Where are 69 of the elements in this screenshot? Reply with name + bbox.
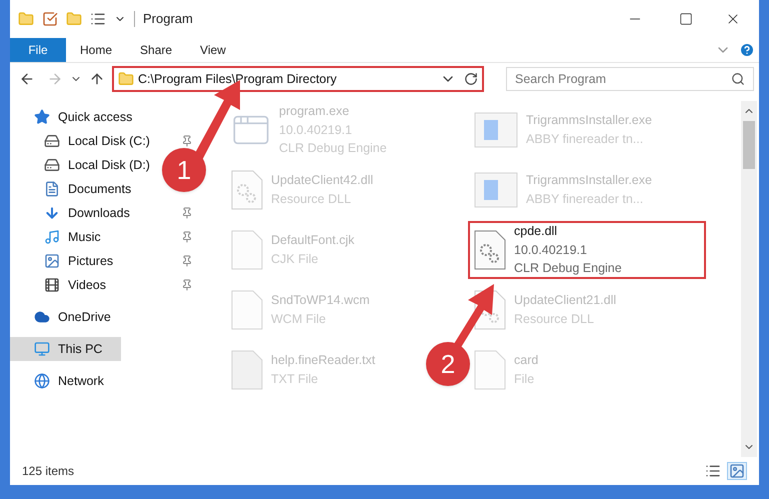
- back-icon[interactable]: [19, 71, 35, 87]
- download-icon: [44, 205, 60, 221]
- film-icon: [44, 277, 60, 293]
- sidebar-label: OneDrive: [58, 308, 111, 326]
- maximize-icon[interactable]: [679, 12, 693, 26]
- large-icons-view-button[interactable]: [727, 462, 747, 480]
- sidebar-item[interactable]: Downloads: [40, 201, 134, 225]
- sidebar-label: Local Disk (D:): [68, 156, 150, 174]
- globe-icon: [34, 373, 50, 389]
- details-view-icon: [705, 463, 721, 479]
- file-icon: [231, 230, 263, 270]
- sidebar-label: Local Disk (C:): [68, 132, 150, 150]
- sidebar-label: Downloads: [68, 204, 130, 222]
- installer-icon: [474, 112, 518, 148]
- sidebar-label: Pictures: [68, 252, 114, 270]
- ribbon-tab[interactable]: Home: [66, 38, 126, 62]
- view-list-icon[interactable]: [90, 11, 106, 27]
- folder-icon: [118, 71, 134, 87]
- sidebar-label: Network: [58, 372, 104, 390]
- sidebar-label: Videos: [68, 276, 106, 294]
- monitor-icon: [34, 341, 50, 357]
- sidebar-label: Music: [68, 228, 101, 246]
- ribbon-tab[interactable]: Share: [126, 38, 186, 62]
- sidebar-item[interactable]: This PC: [10, 337, 120, 361]
- large-icons-view-icon: [729, 463, 745, 479]
- up-icon[interactable]: [89, 71, 105, 87]
- cloud-icon: [34, 309, 50, 325]
- window-title: Program: [143, 10, 194, 28]
- file-icon: [231, 290, 263, 330]
- search-field[interactable]: Search Program: [506, 67, 754, 91]
- music-note-icon: [44, 229, 60, 245]
- file-icon: [474, 350, 506, 390]
- refresh-icon[interactable]: [464, 72, 478, 86]
- search-input[interactable]: Search Program: [515, 70, 731, 88]
- settings-file-icon: [474, 230, 506, 270]
- sidebar-item[interactable]: OneDrive: [30, 305, 115, 329]
- search-icon[interactable]: [731, 72, 745, 86]
- sidebar-item[interactable]: Quick access: [30, 105, 136, 129]
- file-detail: CLR Debug Engine: [514, 260, 622, 278]
- address-bar[interactable]: C:\Program Files\Program Directory: [112, 66, 484, 92]
- item-count: 125 items: [22, 463, 76, 480]
- ribbon-tab[interactable]: View: [186, 38, 240, 62]
- help-icon[interactable]: [739, 42, 755, 58]
- drive-icon: [44, 157, 60, 173]
- sidebar-label: This PC: [58, 340, 102, 358]
- installer-icon: [474, 172, 518, 208]
- settings-file-icon: [231, 170, 263, 210]
- text-file-icon: [231, 350, 263, 390]
- sidebar-item[interactable]: Documents: [40, 177, 136, 201]
- star-icon: [34, 109, 50, 125]
- sidebar-item[interactable]: Local Disk (D:): [40, 153, 154, 177]
- file-detail: 10.0.40219.1: [514, 242, 588, 259]
- sidebar-item[interactable]: Music: [40, 225, 105, 249]
- picture-icon: [44, 253, 60, 269]
- document-icon: [44, 181, 60, 197]
- scrollbar[interactable]: [741, 101, 757, 457]
- sidebar-item[interactable]: Pictures: [40, 249, 118, 273]
- sidebar-item[interactable]: Local Disk (C:): [40, 129, 154, 153]
- scroll-thumb[interactable]: [743, 121, 755, 169]
- file-name[interactable]: cpde.dll: [514, 222, 622, 241]
- sidebar-label: Documents: [68, 180, 132, 198]
- file-item[interactable]: cpde.dll 10.0.40219.1 CLR Debug Engine: [468, 221, 706, 279]
- sidebar-item[interactable]: Network: [30, 369, 108, 393]
- sidebar-item[interactable]: Videos: [40, 273, 110, 297]
- properties-icon[interactable]: [42, 11, 58, 27]
- sidebar-label: Quick access: [58, 108, 132, 126]
- drive-icon: [44, 133, 60, 149]
- address-path: C:\Program Files\Program Directory: [138, 70, 338, 88]
- file-tab[interactable]: File: [10, 38, 66, 62]
